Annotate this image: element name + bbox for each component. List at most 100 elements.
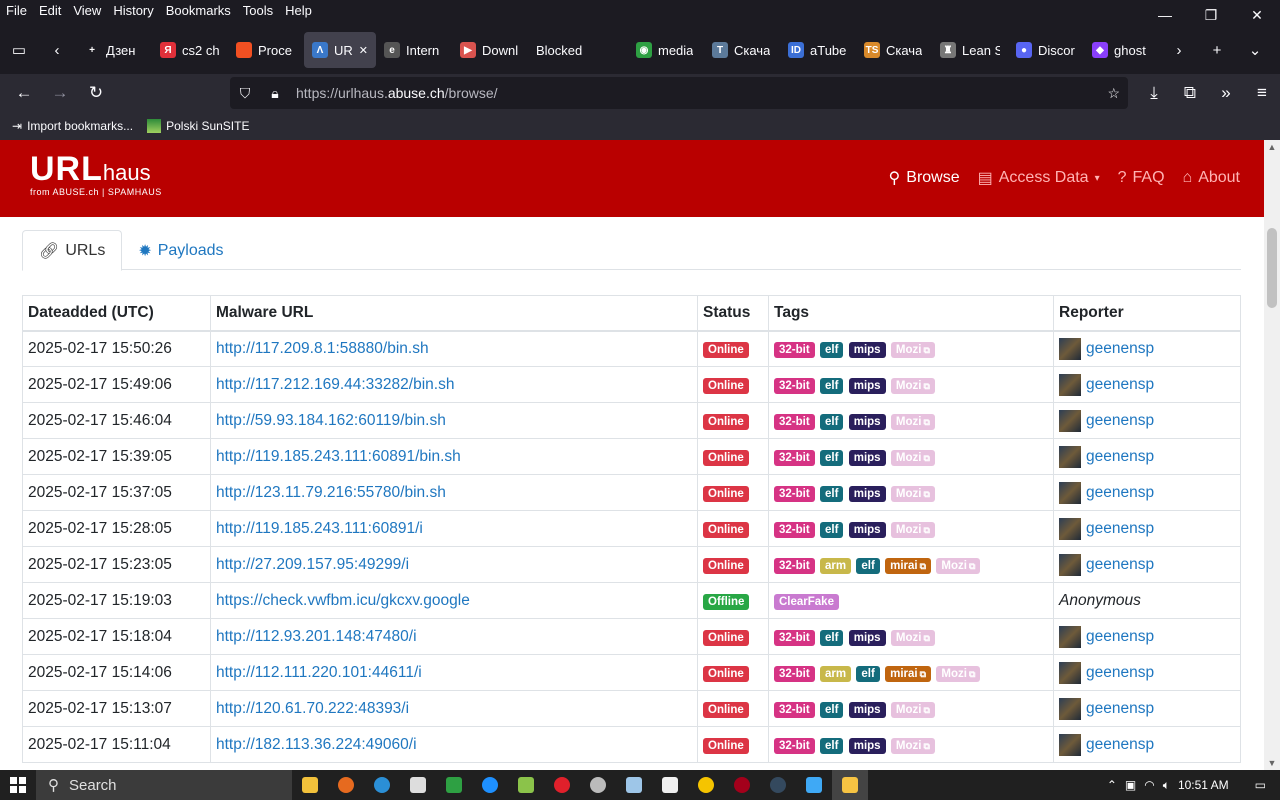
browser-tab[interactable]: ● Discor <box>1008 32 1084 68</box>
volume-icon[interactable]: 🔈︎ <box>1163 778 1170 793</box>
menu-bookmarks[interactable]: Bookmarks <box>160 0 237 22</box>
tabs-scroll-left-icon[interactable]: ‹ <box>38 32 76 68</box>
tag-badge[interactable]: elf <box>856 557 880 574</box>
tag-badge[interactable]: Mozi ⧉ <box>890 521 935 538</box>
bookmark-polski-sunsite[interactable]: Polski SunSITE <box>147 119 249 133</box>
tag-badge[interactable]: elf <box>819 413 844 430</box>
notepad-icon[interactable] <box>616 770 652 800</box>
tag-badge[interactable]: elf <box>856 665 880 682</box>
reporter-link[interactable]: geenensp <box>1086 556 1154 574</box>
header-malware-url[interactable]: Malware URL <box>210 295 698 332</box>
tag-badge[interactable]: elf <box>819 485 844 502</box>
new-tab-icon[interactable]: + <box>1198 32 1236 68</box>
tag-badge[interactable]: Mozi ⧉ <box>890 701 935 718</box>
tab-list-dropdown-icon[interactable]: ⌄ <box>1236 32 1274 68</box>
tag-badge[interactable]: Mozi ⧉ <box>890 485 935 502</box>
browser-tab[interactable]: Proce <box>228 32 304 68</box>
browser-tab[interactable]: ◉ media <box>628 32 704 68</box>
reporter-link[interactable]: geenensp <box>1086 340 1154 358</box>
nav-faq[interactable]: ? FAQ <box>1118 168 1165 188</box>
malware-url-link[interactable]: http://120.61.70.222:48393/i <box>216 700 409 717</box>
opera-gx-icon[interactable] <box>724 770 760 800</box>
tag-badge[interactable]: Mozi ⧉ <box>890 341 935 358</box>
reporter-link[interactable]: geenensp <box>1086 700 1154 718</box>
malware-url-link[interactable]: https://check.vwfbm.icu/gkcxv.google <box>216 592 470 609</box>
tag-badge[interactable]: mips <box>848 449 886 466</box>
reporter-link[interactable]: geenensp <box>1086 520 1154 538</box>
nav-browse[interactable]: ⚲ Browse <box>889 168 960 188</box>
internet-explorer-icon[interactable] <box>472 770 508 800</box>
malware-url-link[interactable]: http://119.185.243.111:60891/bin.sh <box>216 448 461 465</box>
tab-overview-icon[interactable]: ▭ <box>0 32 38 68</box>
reporter-link[interactable]: geenensp <box>1086 736 1154 754</box>
browser-tab[interactable]: + Дзен <box>76 32 152 68</box>
tag-badge[interactable]: 32-bit <box>774 377 815 394</box>
malware-url-link[interactable]: http://117.209.8.1:58880/bin.sh <box>216 340 429 357</box>
bookmark-import[interactable]: ⇥ Import bookmarks... <box>12 119 133 133</box>
opera-icon[interactable] <box>544 770 580 800</box>
malware-url-link[interactable]: http://117.212.169.44:33282/bin.sh <box>216 376 454 393</box>
tag-badge[interactable]: Mozi ⧉ <box>890 449 935 466</box>
tag-badge[interactable]: mips <box>848 413 886 430</box>
tag-badge[interactable]: 32-bit <box>774 629 815 646</box>
tag-badge[interactable]: Mozi ⧉ <box>890 629 935 646</box>
tag-badge[interactable]: 32-bit <box>774 557 815 574</box>
scrollbar-thumb[interactable] <box>1267 228 1277 308</box>
wifi-icon[interactable]: ◠ <box>1144 778 1154 792</box>
firefox-icon[interactable] <box>328 770 364 800</box>
nav-access-data[interactable]: ▤ Access Data ▾ <box>978 168 1100 188</box>
menu-tools[interactable]: Tools <box>237 0 279 22</box>
tracking-shield-icon[interactable]: ⛉ <box>230 85 260 102</box>
clock[interactable]: 10:51 AM <box>1178 778 1229 792</box>
tag-badge[interactable]: 32-bit <box>774 521 815 538</box>
reporter-link[interactable]: geenensp <box>1086 412 1154 430</box>
browser-tab[interactable]: e Intern <box>376 32 452 68</box>
tag-badge[interactable]: Mozi ⧉ <box>890 377 935 394</box>
address-bar[interactable]: ⛉ 🔒︎ https://urlhaus.abuse.ch/browse/ ☆ <box>230 77 1128 109</box>
tab-urls[interactable]: 🔗︎ URLs <box>22 230 123 271</box>
browser-tab[interactable]: T Скача <box>704 32 780 68</box>
nav-about[interactable]: ⌂ About <box>1183 168 1240 188</box>
extensions-icon[interactable]: ⧉ <box>1172 77 1208 109</box>
tray-overflow-icon[interactable]: ⌃ <box>1107 778 1117 792</box>
green-arrow-app-icon[interactable] <box>436 770 472 800</box>
tag-badge[interactable]: 32-bit <box>774 701 815 718</box>
reporter-link[interactable]: geenensp <box>1086 376 1154 394</box>
header-dateadded[interactable]: Dateadded (UTC) <box>22 295 211 332</box>
windows-start-icon[interactable] <box>0 770 36 800</box>
tag-badge[interactable]: mips <box>848 485 886 502</box>
tag-badge[interactable]: 32-bit <box>774 485 815 502</box>
page-scrollbar[interactable]: ▲ ▼ <box>1264 140 1280 770</box>
bookmark-star-icon[interactable]: ☆ <box>1107 85 1120 102</box>
malware-url-link[interactable]: http://112.93.201.148:47480/i <box>216 628 417 645</box>
hamburger-menu-icon[interactable]: ≡ <box>1244 77 1280 109</box>
tag-badge[interactable]: Mozi ⧉ <box>936 557 981 574</box>
tag-badge[interactable]: Mozi ⧉ <box>890 737 935 754</box>
tag-badge[interactable]: mirai ⧉ <box>885 557 932 574</box>
browser-tab[interactable]: TS Скача <box>856 32 932 68</box>
tag-badge[interactable]: 32-bit <box>774 341 815 358</box>
downloads-icon[interactable]: ⤓ <box>1136 77 1172 109</box>
download-manager-icon[interactable] <box>508 770 544 800</box>
tag-badge[interactable]: elf <box>819 737 844 754</box>
tag-badge[interactable]: elf <box>819 449 844 466</box>
browser-tab[interactable]: ID aTube <box>780 32 856 68</box>
browser-tab[interactable]: Λ URL ✕ <box>304 32 376 68</box>
tag-badge[interactable]: elf <box>819 377 844 394</box>
malware-url-link[interactable]: http://112.111.220.101:44611/i <box>216 664 422 681</box>
menu-history[interactable]: History <box>107 0 159 22</box>
notifications-icon[interactable]: ▭ <box>1255 778 1266 792</box>
tab-payloads[interactable]: ✹ Payloads <box>122 230 239 271</box>
tag-badge[interactable]: mips <box>848 629 886 646</box>
reload-icon[interactable]: ↻ <box>78 77 114 109</box>
tag-badge[interactable]: 32-bit <box>774 737 815 754</box>
menu-help[interactable]: Help <box>279 0 318 22</box>
tag-badge[interactable]: 32-bit <box>774 449 815 466</box>
menu-edit[interactable]: Edit <box>33 0 67 22</box>
scroll-down-icon[interactable]: ▼ <box>1264 758 1280 768</box>
header-reporter[interactable]: Reporter <box>1053 295 1241 332</box>
urlhaus-logo[interactable]: URLhaus from ABUSE.ch | SPAMHAUS <box>30 150 162 197</box>
close-tab-icon[interactable]: ✕ <box>359 44 368 57</box>
tag-badge[interactable]: elf <box>819 701 844 718</box>
reporter-link[interactable]: geenensp <box>1086 628 1154 646</box>
